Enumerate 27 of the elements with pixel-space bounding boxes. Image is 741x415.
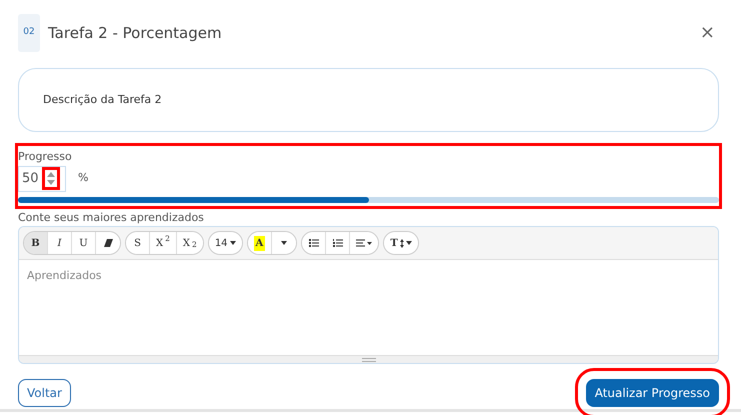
description-text: Descrição da Tarefa 2: [43, 92, 162, 108]
number-field[interactable]: 50: [18, 166, 66, 192]
field-label: Conte seus maiores aprendizados: [18, 210, 205, 226]
dialog-title: Tarefa 2 - Porcentagem: [48, 22, 222, 44]
arrow-icon: [400, 238, 404, 248]
eraser-icon: [104, 239, 112, 247]
format-button[interactable]: B: [24, 232, 48, 254]
caret-icon: [406, 241, 412, 245]
resize-handle[interactable]: [362, 358, 376, 362]
line-height-dropdown[interactable]: T: [384, 232, 418, 254]
back-button[interactable]: Voltar: [18, 379, 71, 407]
spinner-icon[interactable]: [44, 170, 57, 187]
field-label: Progresso: [18, 149, 73, 165]
highlight-button[interactable]: A: [248, 232, 272, 254]
unit-label: %: [78, 170, 88, 186]
format-button[interactable]: S: [126, 232, 150, 254]
caret-icon: [281, 241, 288, 245]
close-button[interactable]: ×: [696, 24, 719, 42]
number-badge: 02: [18, 14, 40, 52]
font-size-dropdown[interactable]: 14: [208, 232, 242, 254]
align-icon: [356, 239, 372, 247]
bulleted-list-button[interactable]: [302, 232, 326, 254]
numbered-list-icon: [332, 239, 343, 247]
caret-icon: [230, 241, 236, 245]
submit-button[interactable]: Atualizar Progresso: [586, 379, 719, 407]
bulleted-list-icon: [308, 239, 319, 247]
text-editor-field[interactable]: B I U S X$^{2}$ X$_{2}$ 14 A T Aprendizados: [18, 226, 719, 364]
